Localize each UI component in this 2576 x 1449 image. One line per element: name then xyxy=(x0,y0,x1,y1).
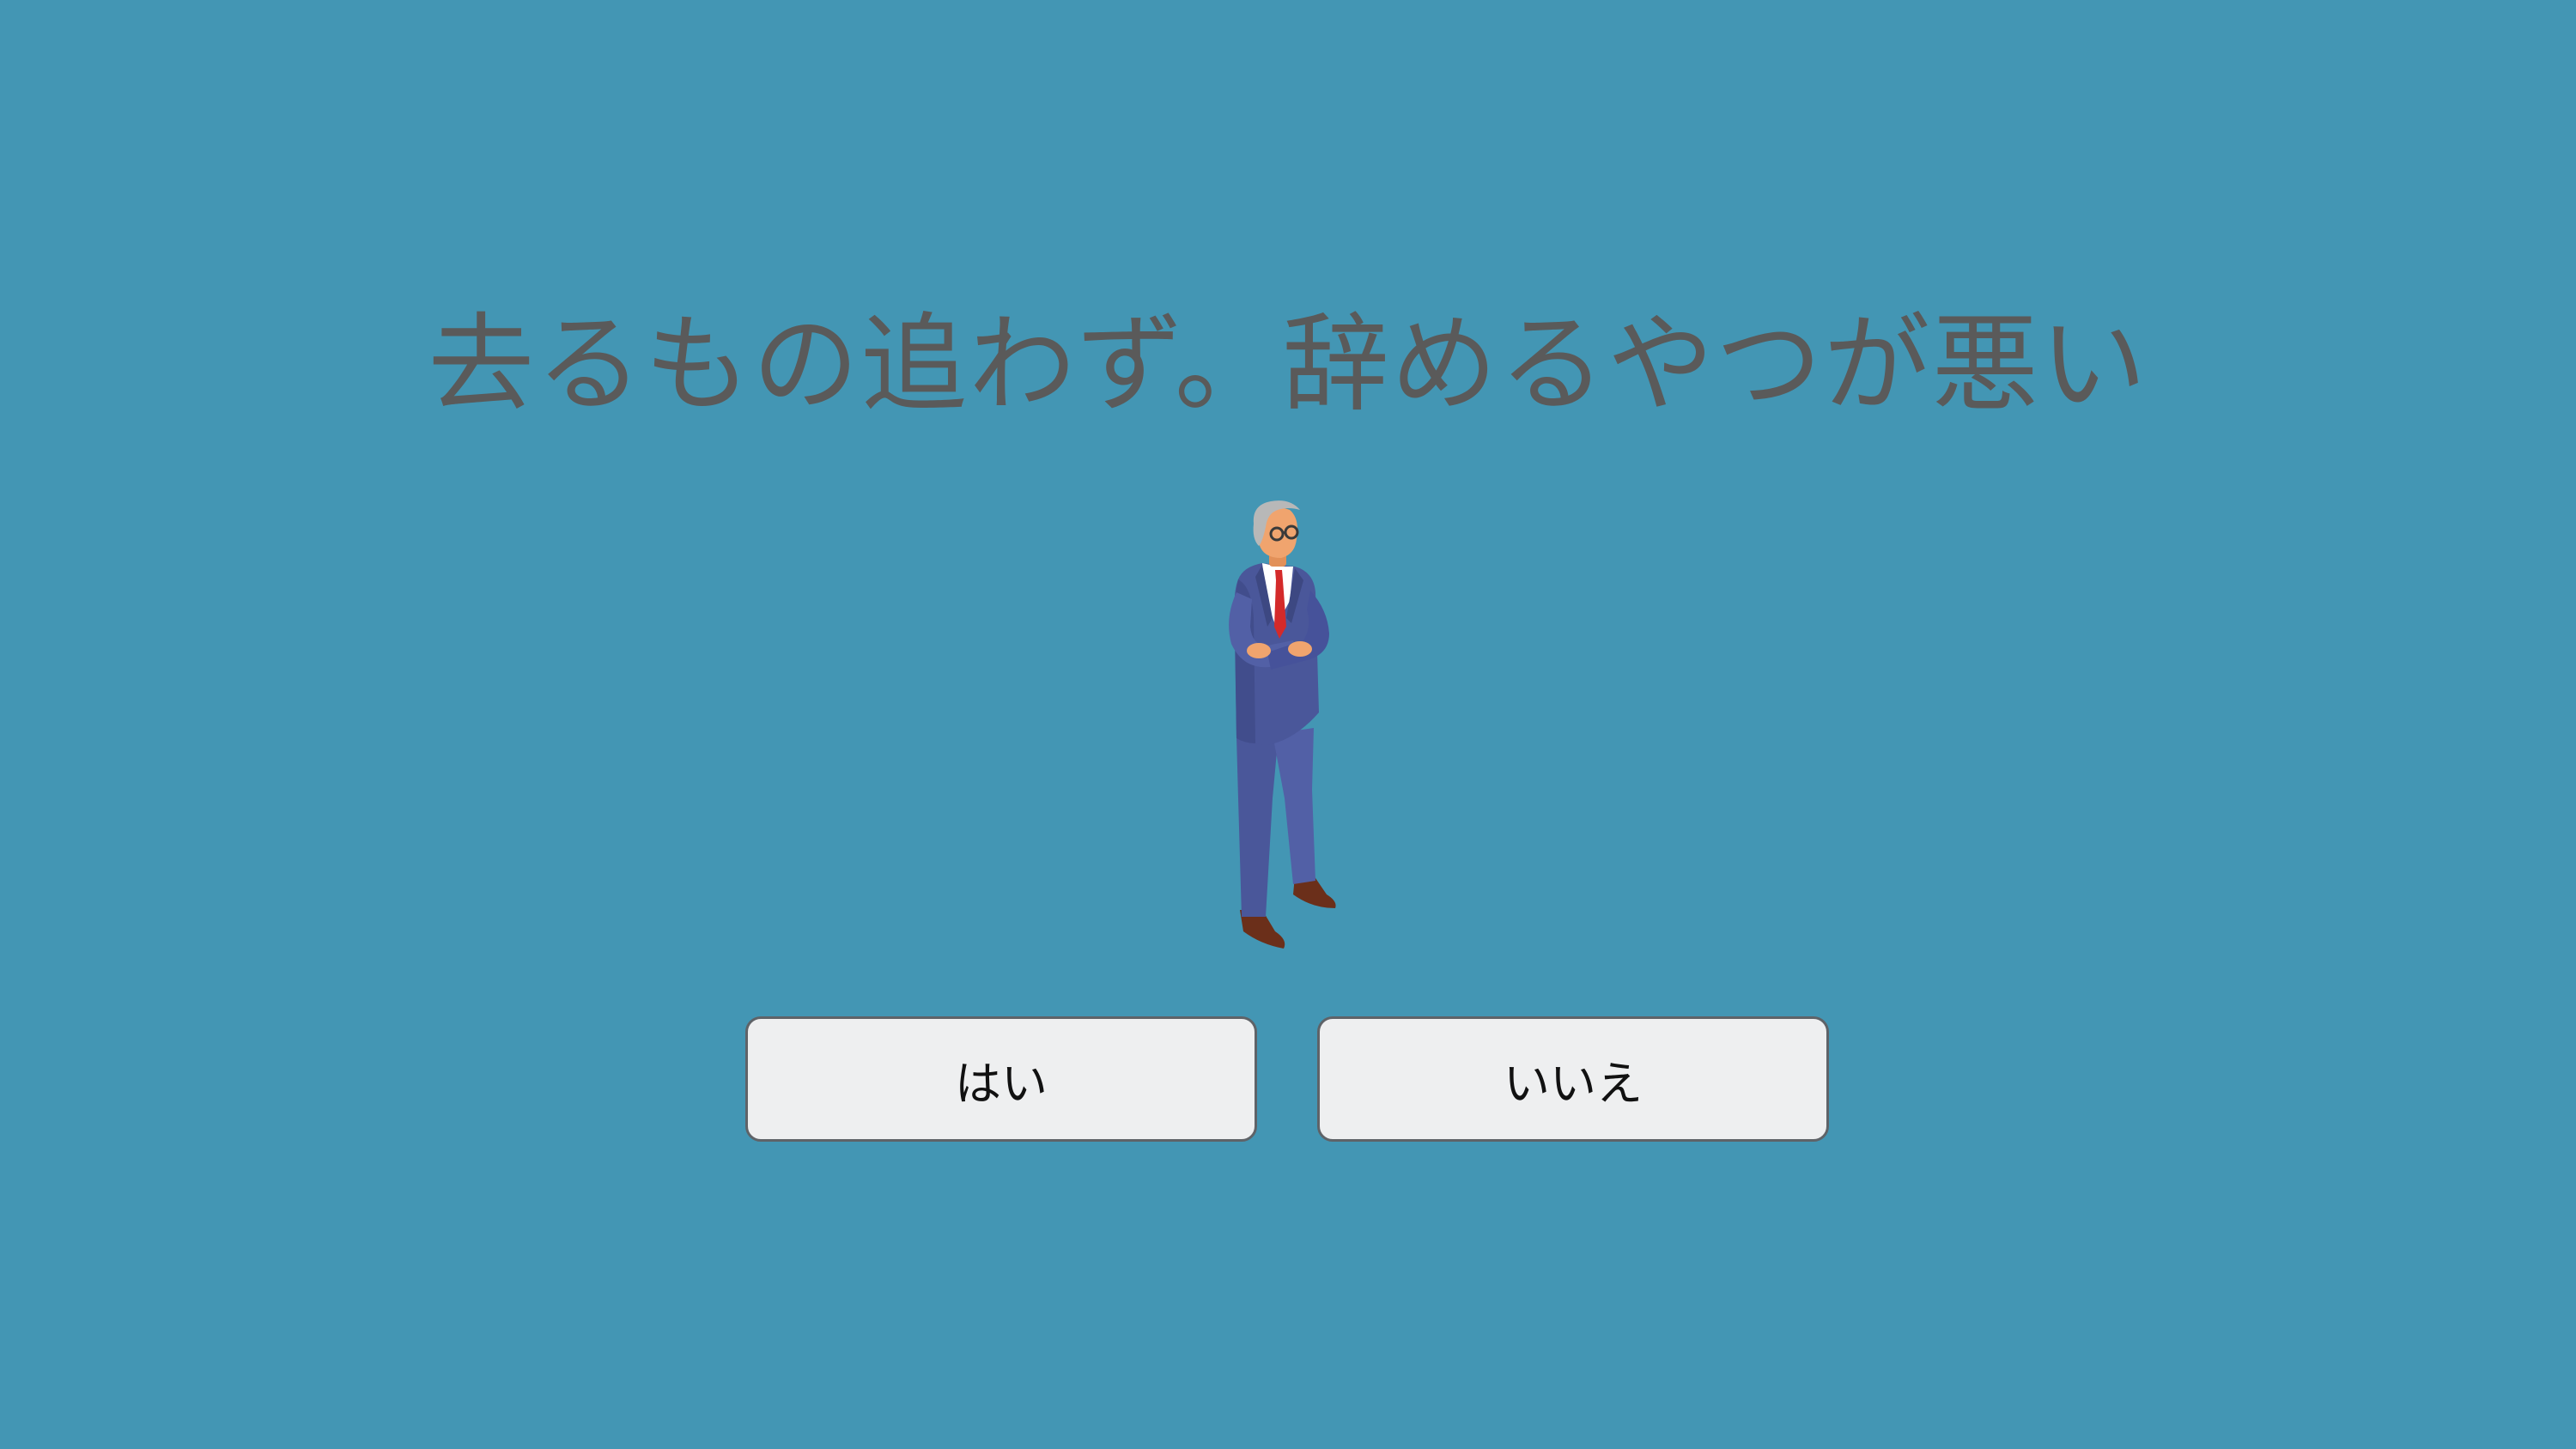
yes-button[interactable]: はい xyxy=(745,1016,1257,1142)
left-hand xyxy=(1288,641,1312,657)
game-screen: { "question": { "text": "去るもの追わず。辞めるやつが悪… xyxy=(0,0,2576,1449)
right-hand xyxy=(1247,643,1271,658)
left-leg xyxy=(1236,737,1278,917)
businessman-arms-crossed-icon xyxy=(1194,498,1365,953)
no-button[interactable]: いいえ xyxy=(1317,1016,1829,1142)
question-title: 去るもの追わず。辞めるやつが悪い xyxy=(428,303,2148,427)
right-leg xyxy=(1273,728,1315,884)
